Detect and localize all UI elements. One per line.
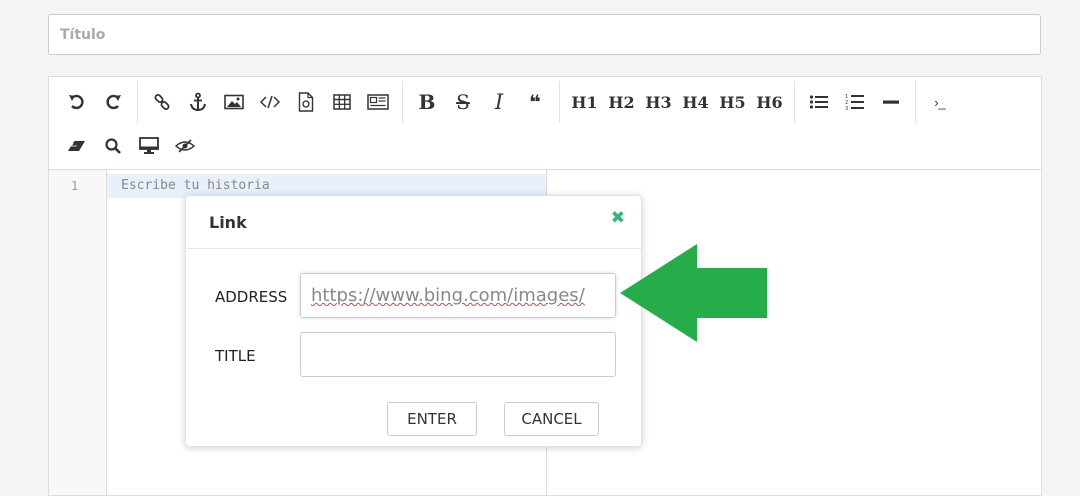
- datetime-icon[interactable]: [360, 85, 396, 119]
- link-icon[interactable]: [144, 85, 180, 119]
- terminal-icon-label: ›_: [934, 94, 946, 110]
- h3-button-label: H3: [645, 92, 672, 112]
- quote-icon[interactable]: ❝: [517, 85, 553, 119]
- code-block-icon[interactable]: [288, 85, 324, 119]
- redo-icon[interactable]: [95, 85, 131, 119]
- bold-button-label: B: [418, 90, 436, 114]
- toolbar-separator: [794, 81, 795, 123]
- h5-button[interactable]: H5: [714, 85, 751, 119]
- title-input[interactable]: [48, 14, 1041, 55]
- toolbar-row-2: [59, 123, 203, 169]
- h5-button-label: H5: [719, 92, 746, 112]
- terminal-icon[interactable]: ›_: [922, 85, 958, 119]
- code-icon[interactable]: [252, 85, 288, 119]
- horizontal-rule-icon[interactable]: [873, 85, 909, 119]
- h4-button-label: H4: [682, 92, 709, 112]
- ordered-list-icon[interactable]: 123: [837, 85, 873, 119]
- title-label: TITLE: [215, 347, 256, 365]
- toolbar-separator: [915, 81, 916, 123]
- line-number: 1: [71, 179, 79, 193]
- hide-preview-icon[interactable]: [167, 129, 203, 163]
- link-dialog: Link ✖ ADDRESS TITLE ENTER CANCEL: [185, 195, 642, 447]
- undo-icon[interactable]: [59, 85, 95, 119]
- dialog-title: Link: [209, 213, 247, 232]
- h1-button-label: H1: [571, 92, 598, 112]
- h4-button[interactable]: H4: [677, 85, 714, 119]
- anchor-icon[interactable]: [180, 85, 216, 119]
- image-icon[interactable]: [216, 85, 252, 119]
- bold-button[interactable]: B: [409, 85, 445, 119]
- h3-button[interactable]: H3: [640, 85, 677, 119]
- h2-button-label: H2: [608, 92, 635, 112]
- svg-text:3: 3: [845, 106, 848, 111]
- editor-toolbar: B S I ❝ H1 H2 H3 H4 H5 H6 1 2 3 ›_: [49, 77, 1041, 170]
- dialog-header: Link ✖: [186, 196, 641, 249]
- bullet-list-icon[interactable]: [801, 85, 837, 119]
- toolbar-row-1: B S I ❝ H1 H2 H3 H4 H5 H6 1 2 3 ›_: [59, 79, 958, 125]
- editor-placeholder[interactable]: Escribe tu historia: [121, 178, 270, 193]
- toolbar-separator: [402, 81, 403, 123]
- toolbar-separator: [137, 81, 138, 123]
- green-arrow-annotation: [620, 244, 767, 342]
- search-icon[interactable]: [95, 129, 131, 163]
- h1-button[interactable]: H1: [566, 85, 603, 119]
- address-label: ADDRESS: [215, 288, 288, 306]
- italic-button[interactable]: I: [481, 85, 517, 119]
- h6-button[interactable]: H6: [751, 85, 788, 119]
- table-icon[interactable]: [324, 85, 360, 119]
- toolbar-separator: [559, 81, 560, 123]
- link-title-input[interactable]: [300, 332, 616, 377]
- line-gutter: [49, 170, 107, 495]
- strikethrough-button[interactable]: S: [445, 85, 481, 119]
- close-icon[interactable]: ✖: [611, 208, 625, 228]
- h2-button[interactable]: H2: [603, 85, 640, 119]
- address-input[interactable]: [300, 273, 616, 318]
- strikethrough-button-label: S: [456, 90, 470, 114]
- quote-icon-label: ❝: [529, 91, 541, 114]
- enter-button[interactable]: ENTER: [387, 402, 477, 436]
- italic-button-label: I: [494, 90, 504, 114]
- preview-monitor-icon[interactable]: [131, 129, 167, 163]
- cancel-button[interactable]: CANCEL: [504, 402, 599, 436]
- eraser-icon[interactable]: [59, 129, 95, 163]
- h6-button-label: H6: [756, 92, 783, 112]
